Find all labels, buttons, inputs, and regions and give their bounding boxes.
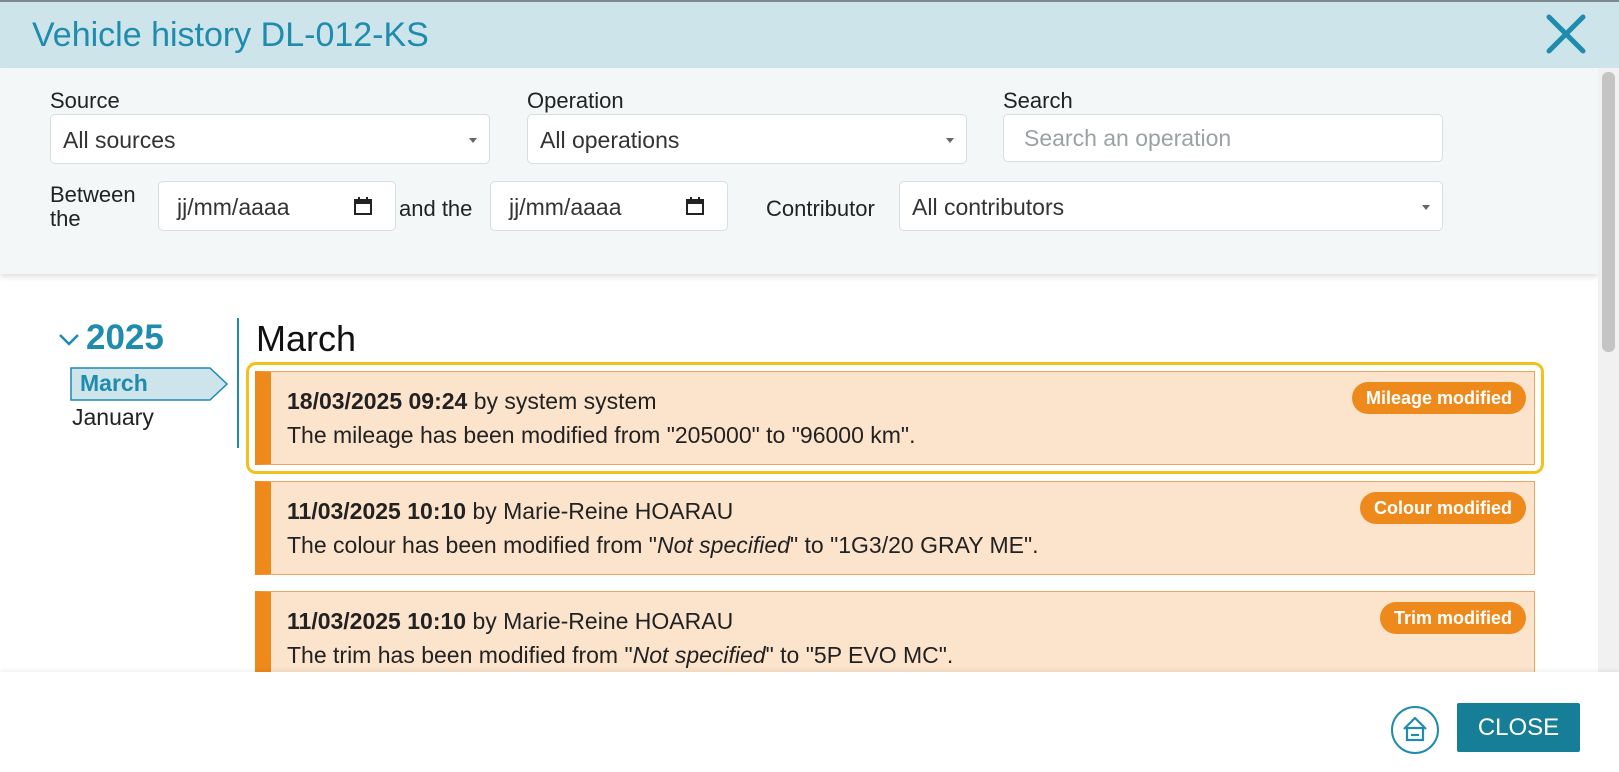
date-from-placeholder: jj/mm/aaaa bbox=[177, 194, 290, 220]
entry-description: The mileage has been modified from "2050… bbox=[287, 422, 915, 449]
date-from-input[interactable]: jj/mm/aaaa bbox=[158, 181, 396, 231]
entry-description: The colour has been modified from "Not s… bbox=[287, 532, 1039, 559]
contributor-select-value: All contributors bbox=[912, 194, 1065, 220]
dialog-title: Vehicle history DL-012-KS bbox=[32, 16, 429, 54]
close-button[interactable]: CLOSE bbox=[1457, 703, 1580, 752]
entry-datetime: 18/03/2025 09:24 bbox=[287, 388, 468, 414]
entry-text: The trim has been modified from " bbox=[287, 642, 633, 668]
calendar-icon[interactable] bbox=[685, 196, 705, 216]
entry-header: 18/03/2025 09:24 by system system bbox=[287, 388, 656, 415]
contributor-select[interactable]: All contributors bbox=[899, 181, 1443, 231]
entry-author: by Marie-Reine HOARAU bbox=[466, 608, 734, 634]
entry-datetime: 11/03/2025 10:10 bbox=[287, 498, 467, 524]
scrollbar-thumb[interactable] bbox=[1602, 72, 1615, 352]
source-select[interactable]: All sources bbox=[50, 114, 490, 164]
operation-select-value: All operations bbox=[540, 127, 680, 153]
dialog-footer bbox=[0, 672, 1619, 772]
entry-text-italic: Not specified bbox=[632, 642, 766, 668]
and-the-label: and the bbox=[399, 196, 473, 221]
operation-select[interactable]: All operations bbox=[527, 114, 967, 164]
entry-text: The mileage has been modified from "2050… bbox=[287, 422, 916, 448]
operation-label: Operation bbox=[527, 88, 624, 113]
home-icon bbox=[1403, 716, 1427, 742]
entry-header: 11/03/2025 10:10 by Marie-Reine HOARAU bbox=[287, 608, 733, 635]
timeline-divider bbox=[237, 318, 239, 448]
nav-month-march[interactable]: March bbox=[70, 367, 228, 401]
year-toggle[interactable]: 2025 bbox=[58, 318, 164, 358]
dialog-header: Vehicle history DL-012-KS bbox=[0, 2, 1619, 68]
entry-badge: Mileage modified bbox=[1351, 382, 1526, 414]
entry-datetime: 11/03/2025 10:10 bbox=[287, 608, 467, 634]
home-button[interactable] bbox=[1391, 706, 1439, 754]
search-input[interactable] bbox=[1003, 114, 1443, 162]
entry-badge: Trim modified bbox=[1379, 602, 1526, 634]
month-title: March bbox=[256, 318, 357, 359]
contributor-label: Contributor bbox=[766, 196, 875, 221]
source-label: Source bbox=[50, 88, 120, 113]
scrollbar[interactable] bbox=[1598, 68, 1619, 672]
search-label: Search bbox=[1003, 88, 1073, 113]
entry-text-end: " to "1G3/20 GRAY ME". bbox=[789, 532, 1039, 558]
date-to-input[interactable]: jj/mm/aaaa bbox=[490, 181, 728, 231]
entry-badge: Colour modified bbox=[1360, 492, 1526, 524]
chevron-down-icon bbox=[59, 333, 79, 346]
entry-author: by system system bbox=[467, 388, 657, 414]
entry-text-end: " to "5P EVO MC". bbox=[765, 642, 954, 668]
history-entry[interactable]: 18/03/2025 09:24 by system system The mi… bbox=[255, 371, 1535, 465]
chevron-down-icon bbox=[469, 138, 477, 143]
filters-panel: Source All sources Operation All operati… bbox=[0, 68, 1598, 274]
between-label: Between the bbox=[50, 183, 136, 231]
entry-description: The trim has been modified from "Not spe… bbox=[287, 642, 953, 669]
entry-author: by Marie-Reine HOARAU bbox=[466, 498, 734, 524]
between-label-line1: Between bbox=[50, 182, 136, 207]
history-entry[interactable]: 11/03/2025 10:10 by Marie-Reine HOARAU T… bbox=[255, 481, 1535, 575]
history-entry[interactable]: 11/03/2025 10:10 by Marie-Reine HOARAU T… bbox=[255, 591, 1535, 685]
nav-month-january[interactable]: January bbox=[72, 404, 154, 431]
source-select-value: All sources bbox=[63, 127, 176, 153]
between-label-line2: the bbox=[50, 206, 81, 231]
date-to-placeholder: jj/mm/aaaa bbox=[509, 194, 622, 220]
close-icon[interactable] bbox=[1544, 12, 1588, 56]
calendar-icon[interactable] bbox=[353, 196, 373, 216]
entry-text-italic: Not specified bbox=[656, 532, 790, 558]
nav-month-march-label: March bbox=[80, 370, 148, 396]
entry-header: 11/03/2025 10:10 by Marie-Reine HOARAU bbox=[287, 498, 733, 525]
year-label: 2025 bbox=[86, 318, 164, 357]
chevron-down-icon bbox=[946, 138, 954, 143]
entry-text: The colour has been modified from " bbox=[287, 532, 657, 558]
chevron-down-icon bbox=[1422, 205, 1430, 210]
